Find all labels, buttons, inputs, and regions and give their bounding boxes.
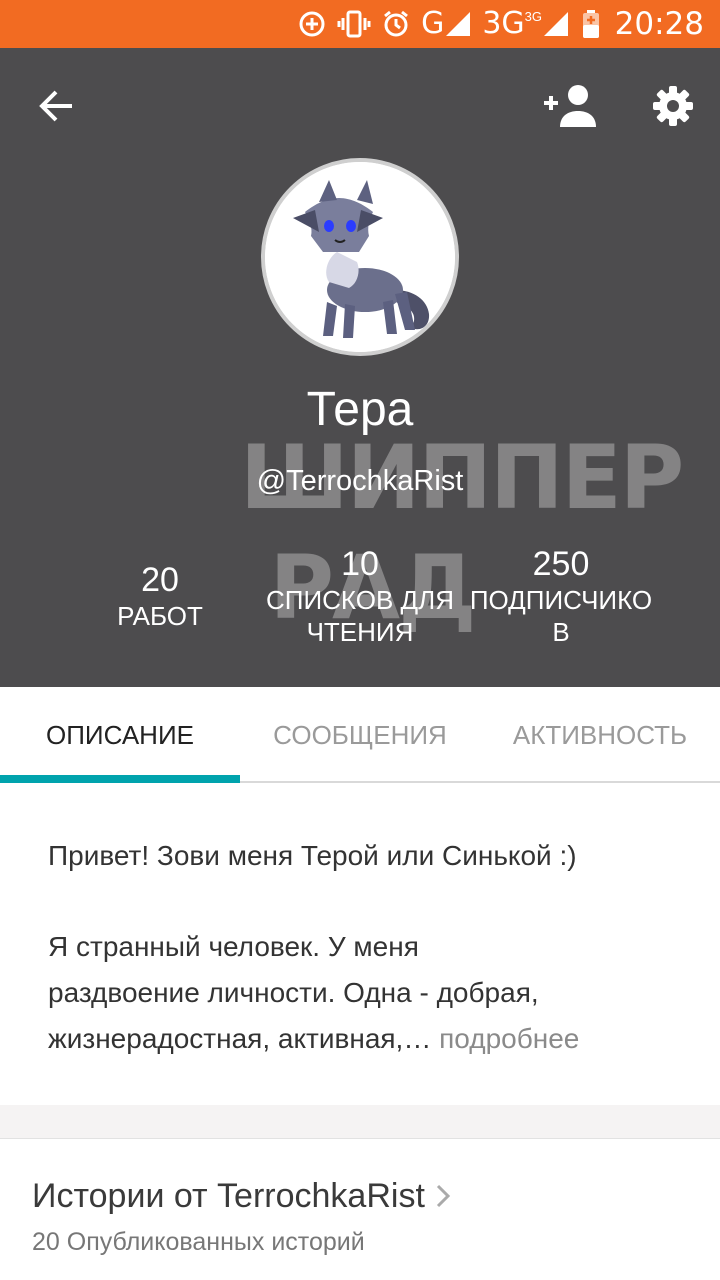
gear-icon	[653, 86, 693, 126]
about-line-1: Я странный человек. У меня	[48, 931, 419, 962]
cat-avatar-image	[265, 162, 455, 352]
tab-messages[interactable]: Сообщения	[240, 687, 480, 783]
stat-works-value: 20	[141, 561, 179, 599]
tab-about[interactable]: Описание	[0, 687, 240, 783]
profile-name: Тера	[306, 383, 414, 436]
stories-title: Истории от TerrochkaRist	[32, 1177, 425, 1215]
read-more-link[interactable]: подробнее	[439, 1023, 579, 1054]
about-line-3: жизнерадостная, активная,…	[48, 1023, 432, 1054]
stat-followers-label-line1: подписчико	[469, 585, 653, 615]
status-icons: G 3G 3G	[297, 8, 602, 40]
network-type-label: G	[421, 6, 445, 41]
status-time: 20:28	[614, 6, 704, 42]
vibrate-icon	[337, 8, 371, 40]
profile-header: ШИППЕР РАД Тера @TerrochkaRist 20 Работ …	[0, 48, 720, 687]
chevron-right-icon	[436, 1184, 451, 1208]
alarm-icon	[381, 8, 411, 40]
active-tab-indicator	[0, 775, 240, 783]
profile-tabs: Описание Сообщения Активность	[0, 687, 720, 783]
settings-button[interactable]	[646, 78, 700, 134]
avatar[interactable]	[261, 158, 459, 356]
stat-reading-lists-label-line1: Списков для	[265, 585, 455, 615]
stat-works-label: Работ	[117, 601, 203, 631]
network-type-sup: 3G	[524, 9, 542, 24]
stories-title-row[interactable]: Истории от TerrochkaRist	[32, 1174, 451, 1218]
about-greeting: Привет! Зови меня Терой или Синькой :)	[48, 840, 577, 871]
profile-handle: @TerrochkaRist	[256, 465, 464, 497]
follow-button[interactable]	[540, 78, 604, 134]
network-3g-indicator: 3G 3G	[482, 8, 570, 40]
stories-subtitle: 20 Опубликованных историй	[32, 1228, 365, 1256]
stories-section[interactable]: Истории от TerrochkaRist 20 Опубликованн…	[0, 1140, 720, 1280]
battery-charging-icon	[580, 8, 602, 40]
about-text: Я странный человек. У меня раздвоение ли…	[48, 924, 688, 1062]
stat-reading-lists[interactable]: 10 Списков для чтения	[258, 544, 462, 648]
data-saver-icon	[297, 8, 327, 40]
stat-reading-lists-value: 10	[341, 545, 379, 583]
signal-icon	[544, 12, 568, 36]
network-type-label: 3G	[482, 6, 525, 41]
signal-icon	[446, 12, 471, 36]
back-arrow-icon	[39, 90, 72, 122]
about-section: Привет! Зови меня Терой или Синькой :) Я…	[0, 785, 720, 1105]
network-g-indicator: G	[421, 8, 472, 40]
stat-reading-lists-label-line2: чтения	[306, 617, 414, 647]
tab-activity[interactable]: Активность	[480, 687, 720, 783]
status-bar: G 3G 3G 20:28	[0, 0, 720, 48]
stat-followers-label-line2: в	[552, 617, 570, 647]
stat-works[interactable]: 20 Работ	[80, 560, 240, 632]
stat-followers-value: 250	[532, 545, 590, 583]
section-divider	[0, 1105, 720, 1139]
back-button[interactable]	[30, 80, 82, 132]
about-line-2: раздвоение личности. Одна - добрая,	[48, 977, 539, 1008]
add-user-icon	[544, 85, 596, 127]
stat-followers[interactable]: 250 подписчико в	[462, 544, 660, 648]
